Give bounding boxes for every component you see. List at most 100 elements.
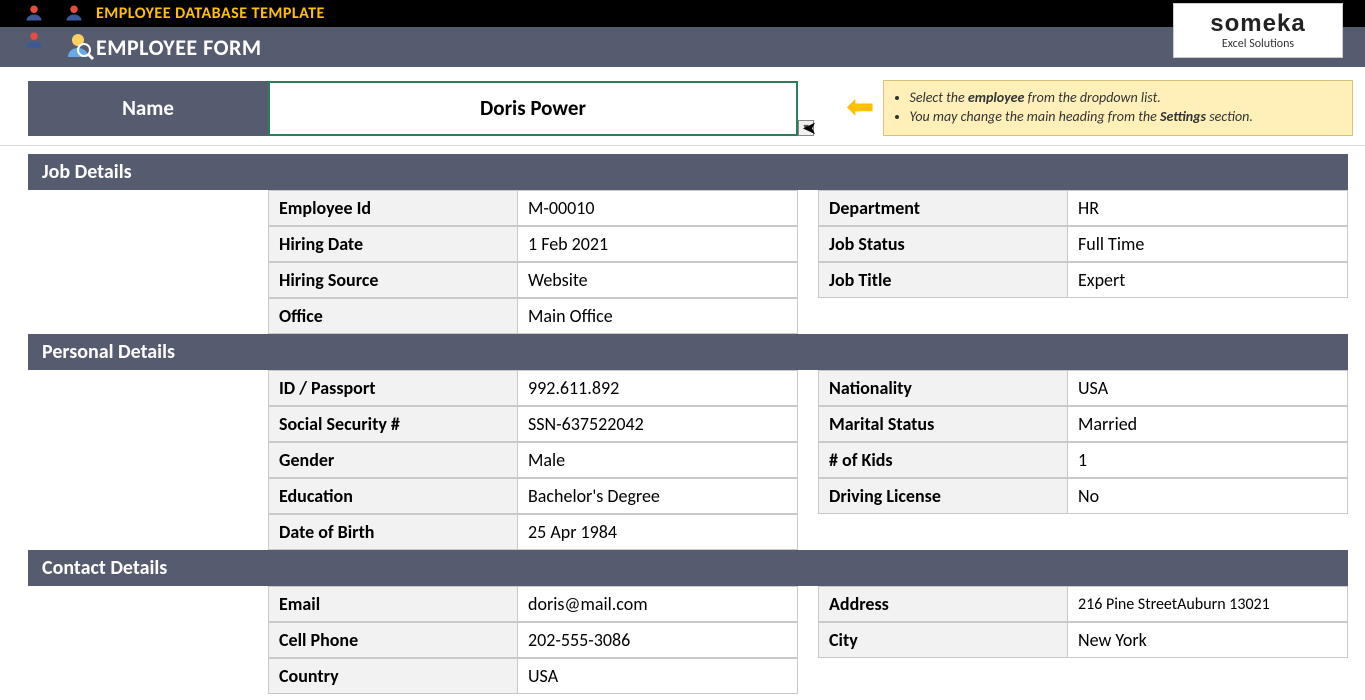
field-label: # of Kids [818,442,1068,478]
field-row: Marital StatusMarried [818,406,1348,442]
field-label: Cell Phone [268,622,518,658]
section-contact-details: Contact Details [28,550,1348,586]
search-people-icon [65,31,95,66]
field-label: Marital Status [818,406,1068,442]
people-icon [65,4,83,27]
field-row: Job StatusFull Time [818,226,1348,262]
field-label: Address [818,586,1068,622]
hint-arrow-icon: ⬅ [846,91,875,125]
job-right-column: DepartmentHR Job StatusFull Time Job Tit… [818,190,1348,334]
field-label: Country [268,658,518,694]
field-value[interactable]: Website [518,262,798,298]
logo-text: someka [1210,12,1305,36]
field-label: ID / Passport [268,370,518,406]
field-value[interactable]: SSN-637522042 [518,406,798,442]
field-row: Cell Phone202-555-3086 [268,622,798,658]
field-value[interactable]: 1 [1068,442,1348,478]
job-left-column: Employee IdM-00010 Hiring Date1 Feb 2021… [268,190,798,334]
field-value[interactable]: M-00010 [518,190,798,226]
field-value[interactable]: doris@mail.com [518,586,798,622]
field-label: Job Status [818,226,1068,262]
field-row: GenderMale [268,442,798,478]
field-row: Employee IdM-00010 [268,190,798,226]
hint-text: from the dropdown list. [1024,89,1160,106]
contact-left-column: Emaildoris@mail.com Cell Phone202-555-30… [268,586,798,694]
contact-right-column: Address216 Pine StreetAuburn 13021 CityN… [818,586,1348,694]
personal-right-column: NationalityUSA Marital StatusMarried # o… [818,370,1348,550]
field-value[interactable]: Main Office [518,298,798,334]
field-value[interactable]: Married [1068,406,1348,442]
form-header: EMPLOYEE FORM [0,27,1365,67]
employee-name-dropdown[interactable]: Doris Power ▼ [268,81,798,136]
field-label: Education [268,478,518,514]
field-label: Hiring Source [268,262,518,298]
template-title: EMPLOYEE DATABASE TEMPLATE [96,4,325,23]
header-people-icons [25,4,83,27]
personal-details-grid: ID / Passport992.611.892 Social Security… [28,370,1348,550]
field-row: NationalityUSA [818,370,1348,406]
personal-left-column: ID / Passport992.611.892 Social Security… [268,370,798,550]
field-label: City [818,622,1068,658]
logo-subtext: Excel Solutions [1222,38,1294,50]
field-row: DepartmentHR [818,190,1348,226]
field-value[interactable]: USA [518,658,798,694]
field-value[interactable]: 1 Feb 2021 [518,226,798,262]
field-value[interactable]: 202-555-3086 [518,622,798,658]
field-value[interactable]: No [1068,478,1348,514]
field-label: Hiring Date [268,226,518,262]
field-value[interactable]: USA [1068,370,1348,406]
hint-box: Select the employee from the dropdown li… [883,80,1353,136]
hint-bold: employee [968,89,1025,106]
hint-text: Select the [910,89,968,106]
field-label: Social Security # [268,406,518,442]
form-content: Job Details Employee IdM-00010 Hiring Da… [0,145,1365,694]
field-label: Employee Id [268,190,518,226]
field-row: ID / Passport992.611.892 [268,370,798,406]
cursor-icon: ➤ [802,117,817,139]
selected-employee-name: Doris Power [480,95,586,121]
field-row: Address216 Pine StreetAuburn 13021 [818,586,1348,622]
field-label: Job Title [818,262,1068,298]
field-row: Emaildoris@mail.com [268,586,798,622]
hint-text: section. [1206,108,1253,125]
hint-bold: Settings [1160,108,1206,125]
field-value[interactable]: Male [518,442,798,478]
field-row: Hiring Date1 Feb 2021 [268,226,798,262]
field-label: Nationality [818,370,1068,406]
hint-text: You may change the main heading from the [910,108,1160,125]
field-value[interactable]: HR [1068,190,1348,226]
field-value[interactable]: 25 Apr 1984 [518,514,798,550]
contact-details-grid: Emaildoris@mail.com Cell Phone202-555-30… [28,586,1348,694]
field-label: Email [268,586,518,622]
field-value[interactable]: New York [1068,622,1348,658]
field-row: EducationBachelor's Degree [268,478,798,514]
field-row: Social Security #SSN-637522042 [268,406,798,442]
brand-logo: someka Excel Solutions [1173,3,1343,58]
field-value[interactable]: 216 Pine StreetAuburn 13021 [1068,586,1348,622]
field-label: Office [268,298,518,334]
people-icon [25,31,43,66]
field-label: Date of Birth [268,514,518,550]
hint-line-2: You may change the main heading from the… [910,108,1334,125]
employee-selector-row: Name Doris Power ▼ ➤ ⬅ Select the employ… [0,77,1365,139]
field-row: CountryUSA [268,658,798,694]
field-value[interactable]: Expert [1068,262,1348,298]
hint-line-1: Select the employee from the dropdown li… [910,89,1334,106]
job-details-grid: Employee IdM-00010 Hiring Date1 Feb 2021… [28,190,1348,334]
field-value[interactable]: Full Time [1068,226,1348,262]
field-value[interactable]: Bachelor's Degree [518,478,798,514]
field-row: OfficeMain Office [268,298,798,334]
field-label: Gender [268,442,518,478]
field-row: Date of Birth25 Apr 1984 [268,514,798,550]
field-row: Job TitleExpert [818,262,1348,298]
field-label: Department [818,190,1068,226]
field-value[interactable]: 992.611.892 [518,370,798,406]
field-label: Driving License [818,478,1068,514]
header-people-icons [25,31,95,66]
field-row: Driving LicenseNo [818,478,1348,514]
app-header: EMPLOYEE DATABASE TEMPLATE someka Excel … [0,0,1365,27]
field-row: Hiring SourceWebsite [268,262,798,298]
field-row: # of Kids1 [818,442,1348,478]
section-personal-details: Personal Details [28,334,1348,370]
form-title: EMPLOYEE FORM [96,34,262,61]
